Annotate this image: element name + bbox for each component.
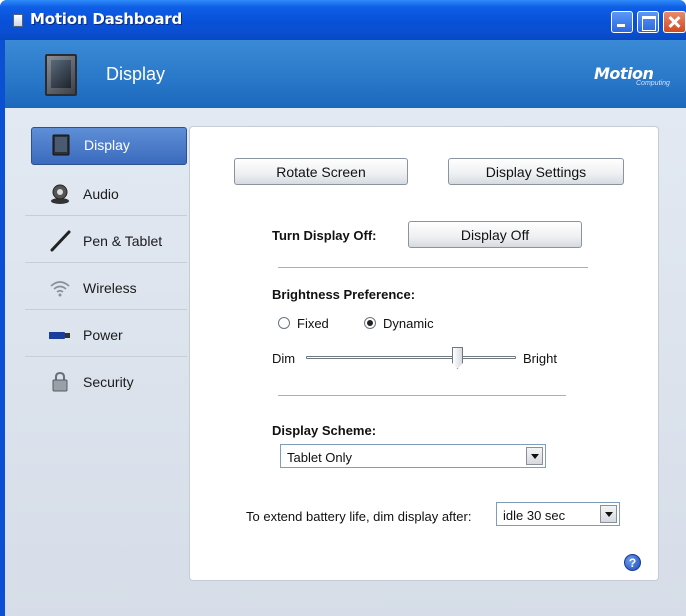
battery-icon	[49, 332, 70, 339]
idle-timeout-value: idle 30 sec	[503, 508, 566, 523]
sidebar-item-display[interactable]: Display	[31, 127, 187, 165]
maximize-button[interactable]	[637, 11, 659, 33]
brightness-slider-track[interactable]	[306, 356, 516, 359]
divider	[278, 395, 566, 396]
sidebar-item-security[interactable]: Security	[25, 360, 187, 404]
display-settings-button[interactable]: Display Settings	[448, 158, 624, 185]
sidebar-item-label: Power	[83, 327, 123, 343]
sidebar-item-label: Pen & Tablet	[83, 233, 163, 249]
battery-life-label: To extend battery life, dim display afte…	[246, 509, 472, 524]
header-band: Display Motion Computing	[5, 40, 686, 108]
sidebar-item-label: Wireless	[83, 280, 137, 296]
chevron-down-icon[interactable]	[600, 505, 617, 523]
fixed-label: Fixed	[297, 316, 329, 331]
sidebar-item-audio[interactable]: Audio	[25, 172, 187, 216]
app-window: Motion Dashboard Display Motion Computin…	[0, 0, 686, 616]
dynamic-label: Dynamic	[383, 316, 434, 331]
brand-sub: Computing	[636, 80, 670, 87]
window-title: Motion Dashboard	[30, 10, 183, 28]
lock-icon	[52, 371, 68, 392]
idle-timeout-select[interactable]: idle 30 sec	[496, 502, 620, 526]
wireless-icon	[50, 281, 70, 297]
close-button[interactable]	[663, 11, 686, 33]
sidebar-item-label: Security	[83, 374, 134, 390]
speaker-icon	[51, 184, 69, 204]
display-icon	[52, 134, 70, 156]
help-icon[interactable]: ?	[624, 554, 641, 571]
chevron-down-icon[interactable]	[526, 447, 543, 465]
display-panel: Rotate Screen Display Settings Turn Disp…	[189, 126, 659, 581]
dim-label: Dim	[272, 351, 296, 366]
fixed-radio[interactable]	[278, 317, 290, 329]
sidebar-item-wireless[interactable]: Wireless	[25, 266, 187, 310]
sidebar-item-label: Display	[84, 137, 130, 153]
pen-icon	[50, 230, 71, 252]
brightness-heading: Brightness Preference:	[272, 287, 416, 302]
client-area: Display Audio Pen & Tablet Wireless Powe…	[5, 108, 686, 616]
sidebar-item-power[interactable]: Power	[25, 313, 187, 357]
display-off-button[interactable]: Display Off	[408, 221, 582, 248]
bright-label: Bright	[523, 351, 557, 366]
title-bar[interactable]: Motion Dashboard	[0, 0, 686, 40]
display-scheme-value: Tablet Only	[287, 450, 353, 465]
tablet-icon	[45, 54, 77, 96]
page-title: Display	[106, 64, 166, 84]
turn-display-off-label: Turn Display Off:	[272, 228, 377, 243]
sidebar-item-label: Audio	[83, 186, 119, 202]
app-icon	[13, 14, 23, 27]
display-scheme-heading: Display Scheme:	[272, 423, 377, 438]
divider	[278, 267, 588, 268]
motion-logo: Motion Computing	[594, 64, 678, 90]
dynamic-radio[interactable]	[364, 317, 376, 329]
minimize-button[interactable]	[611, 11, 633, 33]
display-scheme-select[interactable]: Tablet Only	[280, 444, 546, 468]
brightness-slider-thumb[interactable]	[452, 347, 463, 369]
rotate-screen-button[interactable]: Rotate Screen	[234, 158, 408, 185]
sidebar-item-pen-tablet[interactable]: Pen & Tablet	[25, 219, 187, 263]
